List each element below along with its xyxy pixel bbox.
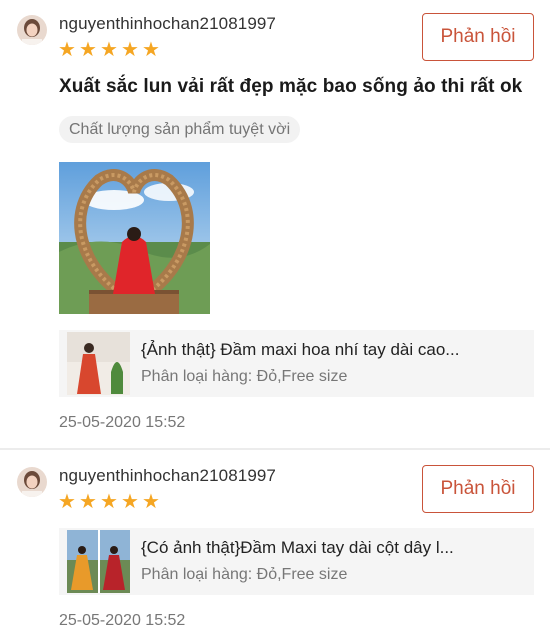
product-name: {Ảnh thật} Đầm maxi hoa nhí tay dài cao.… <box>141 340 460 359</box>
star-icon: ★ <box>100 39 118 61</box>
star-icon: ★ <box>121 39 139 61</box>
star-icon: ★ <box>79 491 97 513</box>
product-thumbnail <box>67 530 130 593</box>
reply-button[interactable]: Phản hồi <box>422 465 534 513</box>
star-icon: ★ <box>58 491 76 513</box>
product-card[interactable]: {Có ảnh thật}Đầm Maxi tay dài cột dây l.… <box>59 528 534 595</box>
avatar[interactable] <box>17 15 47 45</box>
review-photo[interactable] <box>59 162 210 314</box>
star-icon: ★ <box>100 491 118 513</box>
star-icon: ★ <box>142 491 160 513</box>
review-comment: Xuất sắc lun vải rất đẹp mặc bao sống ảo… <box>59 76 523 97</box>
avatar[interactable] <box>17 467 47 497</box>
review-timestamp: 25-05-2020 15:52 <box>59 414 186 431</box>
review-item: nguyenthinhochan21081997 ★ ★ ★ ★ ★ Phản … <box>0 450 550 640</box>
product-name: {Có ảnh thật}Đầm Maxi tay dài cột dây l.… <box>141 538 454 557</box>
star-rating: ★ ★ ★ ★ ★ <box>58 491 160 513</box>
username: nguyenthinhochan21081997 <box>59 466 276 485</box>
product-card[interactable]: {Ảnh thật} Đầm maxi hoa nhí tay dài cao.… <box>59 330 534 397</box>
reply-button[interactable]: Phản hồi <box>422 13 534 61</box>
star-icon: ★ <box>79 39 97 61</box>
review-timestamp: 25-05-2020 15:52 <box>59 612 186 629</box>
product-variant: Phân loại hàng: Đỏ,Free size <box>141 368 348 385</box>
product-thumbnail <box>67 332 130 395</box>
product-variant: Phân loại hàng: Đỏ,Free size <box>141 566 348 583</box>
review-item: nguyenthinhochan21081997 ★ ★ ★ ★ ★ Phản … <box>0 0 550 449</box>
username: nguyenthinhochan21081997 <box>59 14 276 33</box>
review-tag: Chất lượng sản phẩm tuyệt vời <box>59 116 301 143</box>
star-icon: ★ <box>58 39 76 61</box>
star-icon: ★ <box>142 39 160 61</box>
star-rating: ★ ★ ★ ★ ★ <box>58 39 160 61</box>
star-icon: ★ <box>121 491 139 513</box>
